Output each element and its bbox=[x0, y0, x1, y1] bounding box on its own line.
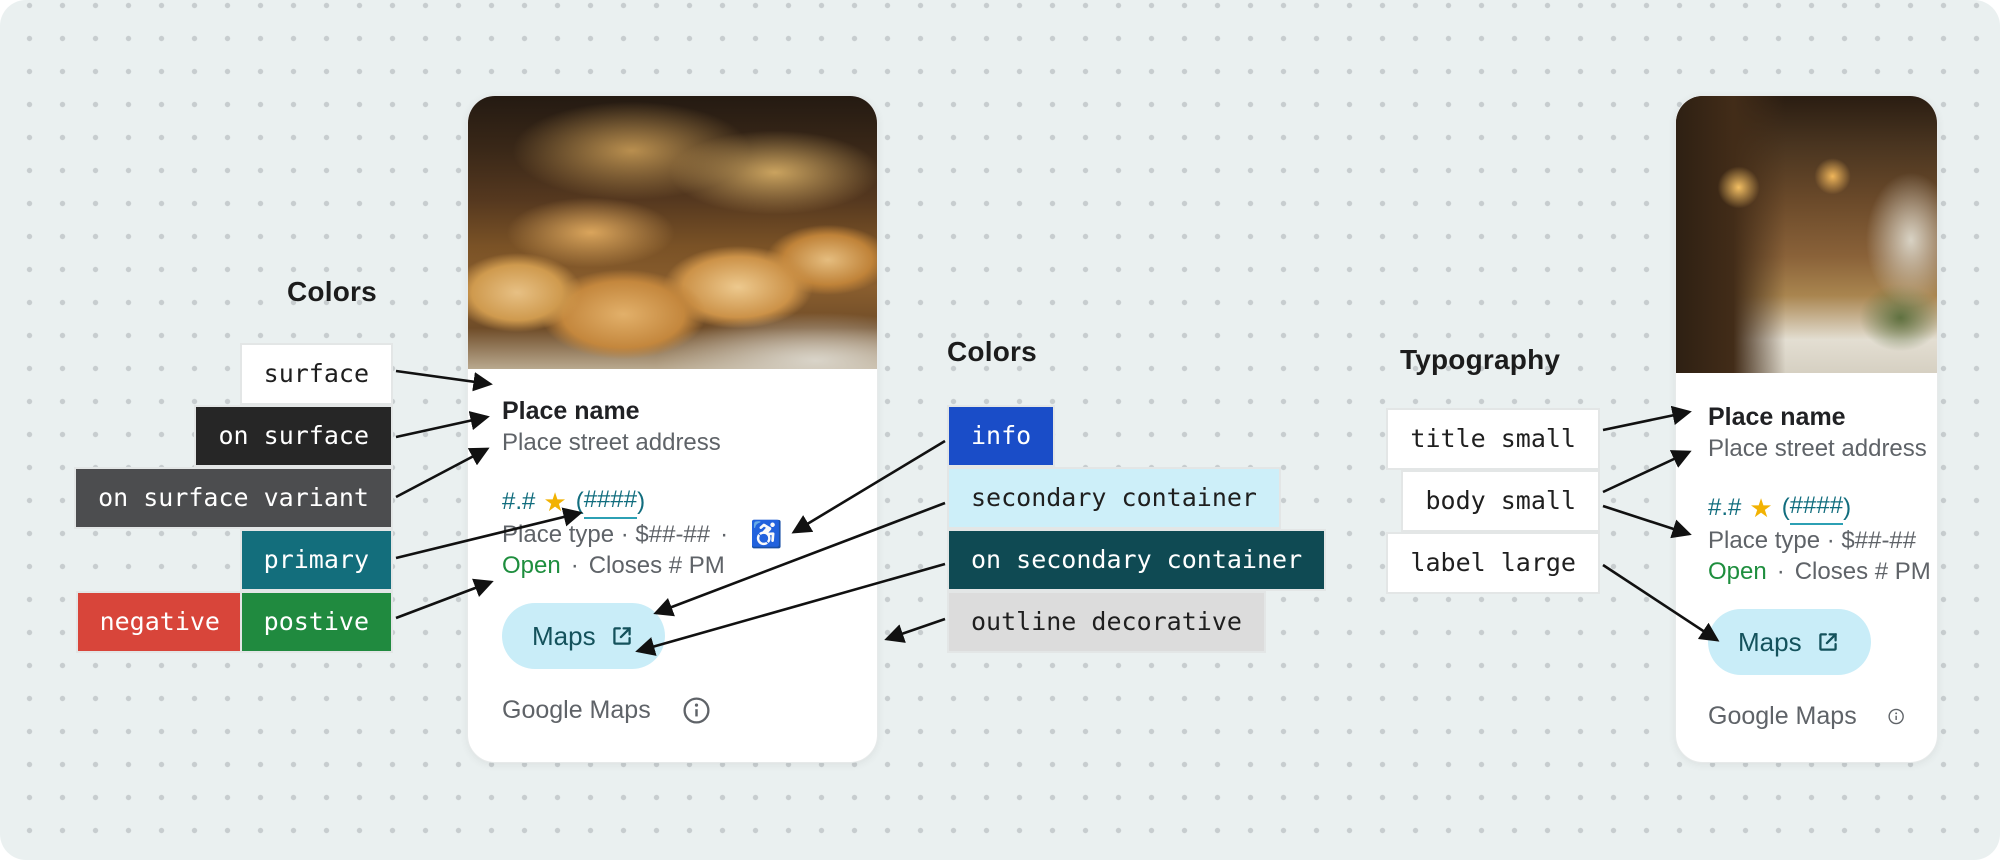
rating-paren-close: ) bbox=[637, 486, 645, 518]
open-status: Open bbox=[1708, 556, 1767, 587]
place-street-address: Place street address bbox=[502, 427, 843, 458]
arrow-outline-decorative-to-card-border bbox=[887, 619, 945, 639]
design-spec-canvas: Colors Colors Typography surface on surf… bbox=[0, 0, 2000, 860]
star-icon: ★ bbox=[1749, 492, 1772, 524]
swatch-negative: negative bbox=[76, 591, 244, 653]
typo-body-small-label: body small bbox=[1425, 486, 1576, 515]
attribution-label: Google Maps bbox=[1708, 702, 1857, 731]
swatch-on-secondary-container: on secondary container bbox=[947, 529, 1326, 591]
typo-label-large-label: label large bbox=[1410, 548, 1576, 577]
swatch-on-surface: on surface bbox=[194, 405, 393, 467]
typography-heading: Typography bbox=[1400, 344, 1560, 376]
attribution-row: Google Maps bbox=[1708, 701, 1905, 732]
swatch-surface-label: surface bbox=[264, 359, 369, 388]
swatch-on-surface-variant: on surface variant bbox=[74, 467, 393, 529]
place-card-right: Place name Place street address #.# ★ ( … bbox=[1675, 95, 1938, 763]
swatch-outline-decorative-label: outline decorative bbox=[971, 607, 1242, 636]
rating-count-link[interactable]: #### bbox=[1790, 490, 1843, 525]
dot-separator: · bbox=[720, 519, 728, 550]
info-circle-icon[interactable] bbox=[1887, 701, 1905, 732]
open-in-new-icon bbox=[1815, 629, 1841, 655]
typo-title-small-label: title small bbox=[1410, 424, 1576, 453]
rating-row: #.# ★ ( #### ) bbox=[1708, 490, 1905, 525]
place-street-address: Place street address bbox=[1708, 433, 1905, 464]
place-type-price-row: Place type · $##-## bbox=[1708, 525, 1905, 556]
swatch-negative-label: negative bbox=[100, 607, 220, 636]
swatch-primary: primary bbox=[240, 529, 393, 591]
place-type-price: Place type · $##-## bbox=[502, 519, 710, 550]
info-circle-icon[interactable] bbox=[681, 695, 712, 726]
rating-paren-open: ( bbox=[1782, 492, 1790, 524]
swatch-primary-label: primary bbox=[264, 545, 369, 574]
place-type-price: Place type · $##-## bbox=[1708, 525, 1916, 556]
accessible-icon: ♿ bbox=[750, 519, 782, 550]
open-hours-row: Open · Closes # PM bbox=[1708, 556, 1905, 587]
swatch-secondary-container-label: secondary container bbox=[971, 483, 1257, 512]
rating-row: #.# ★ ( #### ) bbox=[502, 484, 843, 519]
place-name: Place name bbox=[502, 395, 843, 427]
rating-count-link[interactable]: #### bbox=[584, 484, 637, 519]
typo-label-large: label large bbox=[1386, 532, 1600, 594]
swatch-on-surface-label: on surface bbox=[218, 421, 369, 450]
attribution-row: Google Maps bbox=[502, 695, 843, 726]
swatch-on-surface-variant-label: on surface variant bbox=[98, 483, 369, 512]
center-colors-heading: Colors bbox=[947, 336, 1037, 368]
rating-paren-close: ) bbox=[1843, 492, 1851, 524]
typo-title-small: title small bbox=[1386, 408, 1600, 470]
swatch-info: info bbox=[947, 405, 1055, 467]
typo-body-small: body small bbox=[1401, 470, 1600, 532]
open-in-new-icon bbox=[609, 623, 635, 649]
closes-label: Closes # PM bbox=[589, 550, 725, 581]
rating-paren-open: ( bbox=[576, 486, 584, 518]
closes-label: Closes # PM bbox=[1795, 556, 1931, 587]
swatch-postive: postive bbox=[240, 591, 393, 653]
dot-separator: · bbox=[1777, 556, 1785, 587]
place-card-left: Place name Place street address #.# ★ ( … bbox=[467, 95, 878, 763]
star-icon: ★ bbox=[543, 486, 566, 518]
swatch-on-secondary-container-label: on secondary container bbox=[971, 545, 1302, 574]
swatch-postive-label: postive bbox=[264, 607, 369, 636]
maps-button[interactable]: Maps bbox=[502, 603, 665, 669]
place-name: Place name bbox=[1708, 401, 1905, 433]
open-status: Open bbox=[502, 550, 561, 581]
swatch-info-label: info bbox=[971, 421, 1031, 450]
rating-value: #.# bbox=[1708, 492, 1741, 524]
left-colors-heading: Colors bbox=[287, 276, 377, 308]
swatch-surface: surface bbox=[240, 343, 393, 405]
bakery-photo bbox=[468, 96, 877, 369]
maps-button-label: Maps bbox=[532, 621, 596, 652]
place-type-price-row: Place type · $##-## · ♿ bbox=[502, 519, 843, 550]
dot-separator: · bbox=[571, 550, 579, 581]
open-hours-row: Open · Closes # PM bbox=[502, 550, 843, 581]
attribution-label: Google Maps bbox=[502, 696, 651, 725]
maps-button-label: Maps bbox=[1738, 627, 1802, 658]
swatch-secondary-container: secondary container bbox=[947, 467, 1281, 529]
cafe-photo bbox=[1676, 96, 1937, 373]
rating-value: #.# bbox=[502, 486, 535, 518]
maps-button[interactable]: Maps bbox=[1708, 609, 1871, 675]
swatch-outline-decorative: outline decorative bbox=[947, 591, 1266, 653]
